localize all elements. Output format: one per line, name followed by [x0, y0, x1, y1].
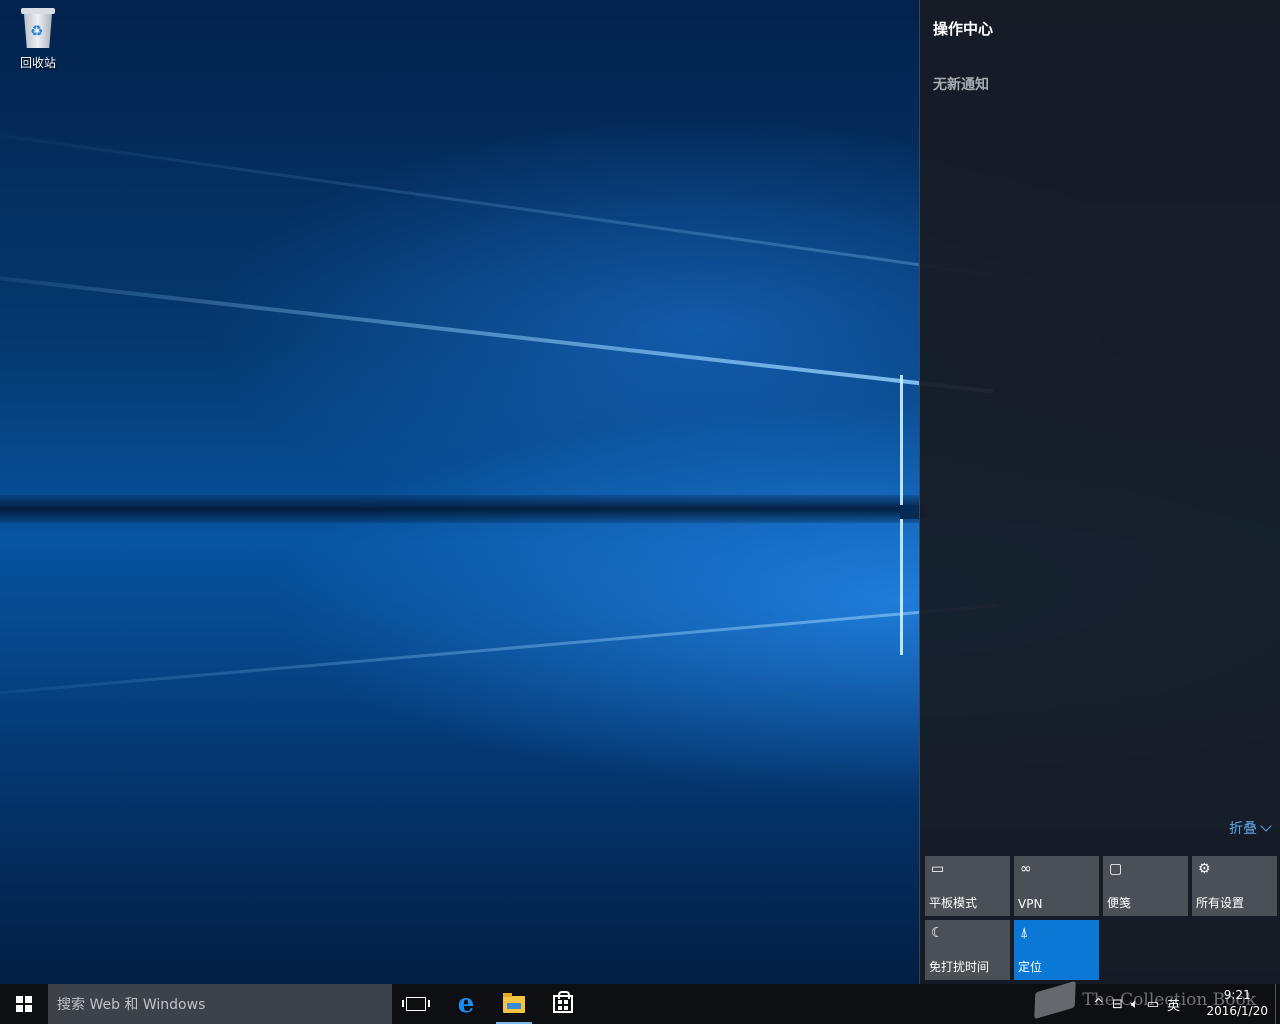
- volume-icon[interactable]: 🔈︎: [1131, 997, 1139, 1012]
- action-center: 操作中心 无新通知 折叠 ▭ 平板模式 ∞ VPN ▢ 便笺 ⚙ 所有设置 ☾ …: [919, 0, 1280, 984]
- windows-logo-icon: [16, 996, 32, 1012]
- folder-icon: [503, 992, 525, 1013]
- task-view-icon: [402, 997, 430, 1011]
- clock-date: 2016/1/20: [1206, 1004, 1268, 1018]
- book-icon: [1034, 980, 1077, 1020]
- action-center-title: 操作中心: [933, 20, 994, 38]
- collapse-button[interactable]: 折叠: [1229, 818, 1272, 838]
- clock[interactable]: 9:21 2016/1/20: [1206, 987, 1268, 1019]
- no-notifications-message: 无新通知: [933, 77, 989, 93]
- show-desktop-button[interactable]: [1275, 984, 1280, 1024]
- location-icon: ⍋: [1020, 925, 1029, 941]
- start-button[interactable]: [0, 984, 48, 1024]
- quick-action-note[interactable]: ▢ 便笺: [1103, 856, 1188, 916]
- search-box[interactable]: 搜索 Web 和 Windows: [48, 984, 392, 1024]
- desktop-icon-label: 回收站: [19, 56, 56, 70]
- clock-time: 9:21: [1223, 988, 1251, 1002]
- store-button[interactable]: [539, 984, 587, 1024]
- store-icon: [553, 991, 573, 1013]
- quick-action-location[interactable]: ⍋ 定位: [1014, 920, 1099, 980]
- chevron-down-icon: [1260, 820, 1272, 832]
- quick-action-label: 便笺: [1107, 896, 1132, 910]
- taskbar: 搜索 Web 和 Windows e The Collection Book ^…: [0, 980, 1280, 1024]
- show-hidden-icons-chevron-up-icon[interactable]: ^: [1093, 997, 1104, 1012]
- quick-action-tablet-mode[interactable]: ▭ 平板模式: [925, 856, 1010, 916]
- tablet-mode-icon: ▭: [931, 861, 945, 877]
- edge-button[interactable]: e: [442, 984, 490, 1024]
- windows-logo-edge: [900, 375, 924, 655]
- search-placeholder: 搜索 Web 和 Windows: [57, 997, 206, 1013]
- quick-action-all-settings[interactable]: ⚙ 所有设置: [1192, 856, 1277, 916]
- recycle-bin-icon: ♻: [20, 6, 56, 50]
- vpn-icon: ∞: [1020, 861, 1032, 877]
- file-explorer-button[interactable]: [490, 984, 538, 1024]
- desktop-icon-recycle-bin[interactable]: ♻ 回收站: [8, 6, 68, 71]
- moon-icon: ☾: [931, 925, 944, 941]
- ime-indicator[interactable]: 英: [1167, 995, 1180, 1014]
- system-tray: ^ ⊟ 🔈︎ ▭ 英: [1093, 984, 1180, 1024]
- action-center-icon[interactable]: ▭: [1147, 997, 1159, 1012]
- gear-icon: ⚙: [1198, 861, 1211, 877]
- quick-action-vpn[interactable]: ∞ VPN: [1014, 856, 1099, 916]
- quick-action-quiet-hours[interactable]: ☾ 免打扰时间: [925, 920, 1010, 980]
- quick-action-label: 平板模式: [929, 896, 978, 910]
- collapse-label: 折叠: [1229, 821, 1257, 837]
- quick-action-label: 定位: [1018, 960, 1043, 974]
- network-icon[interactable]: ⊟: [1112, 997, 1123, 1012]
- quick-action-label: 所有设置: [1196, 896, 1245, 910]
- note-icon: ▢: [1109, 861, 1123, 877]
- task-view-button[interactable]: [392, 984, 440, 1024]
- quick-action-label: VPN: [1018, 897, 1043, 911]
- quick-action-label: 免打扰时间: [929, 960, 990, 974]
- edge-icon: e: [457, 989, 475, 1019]
